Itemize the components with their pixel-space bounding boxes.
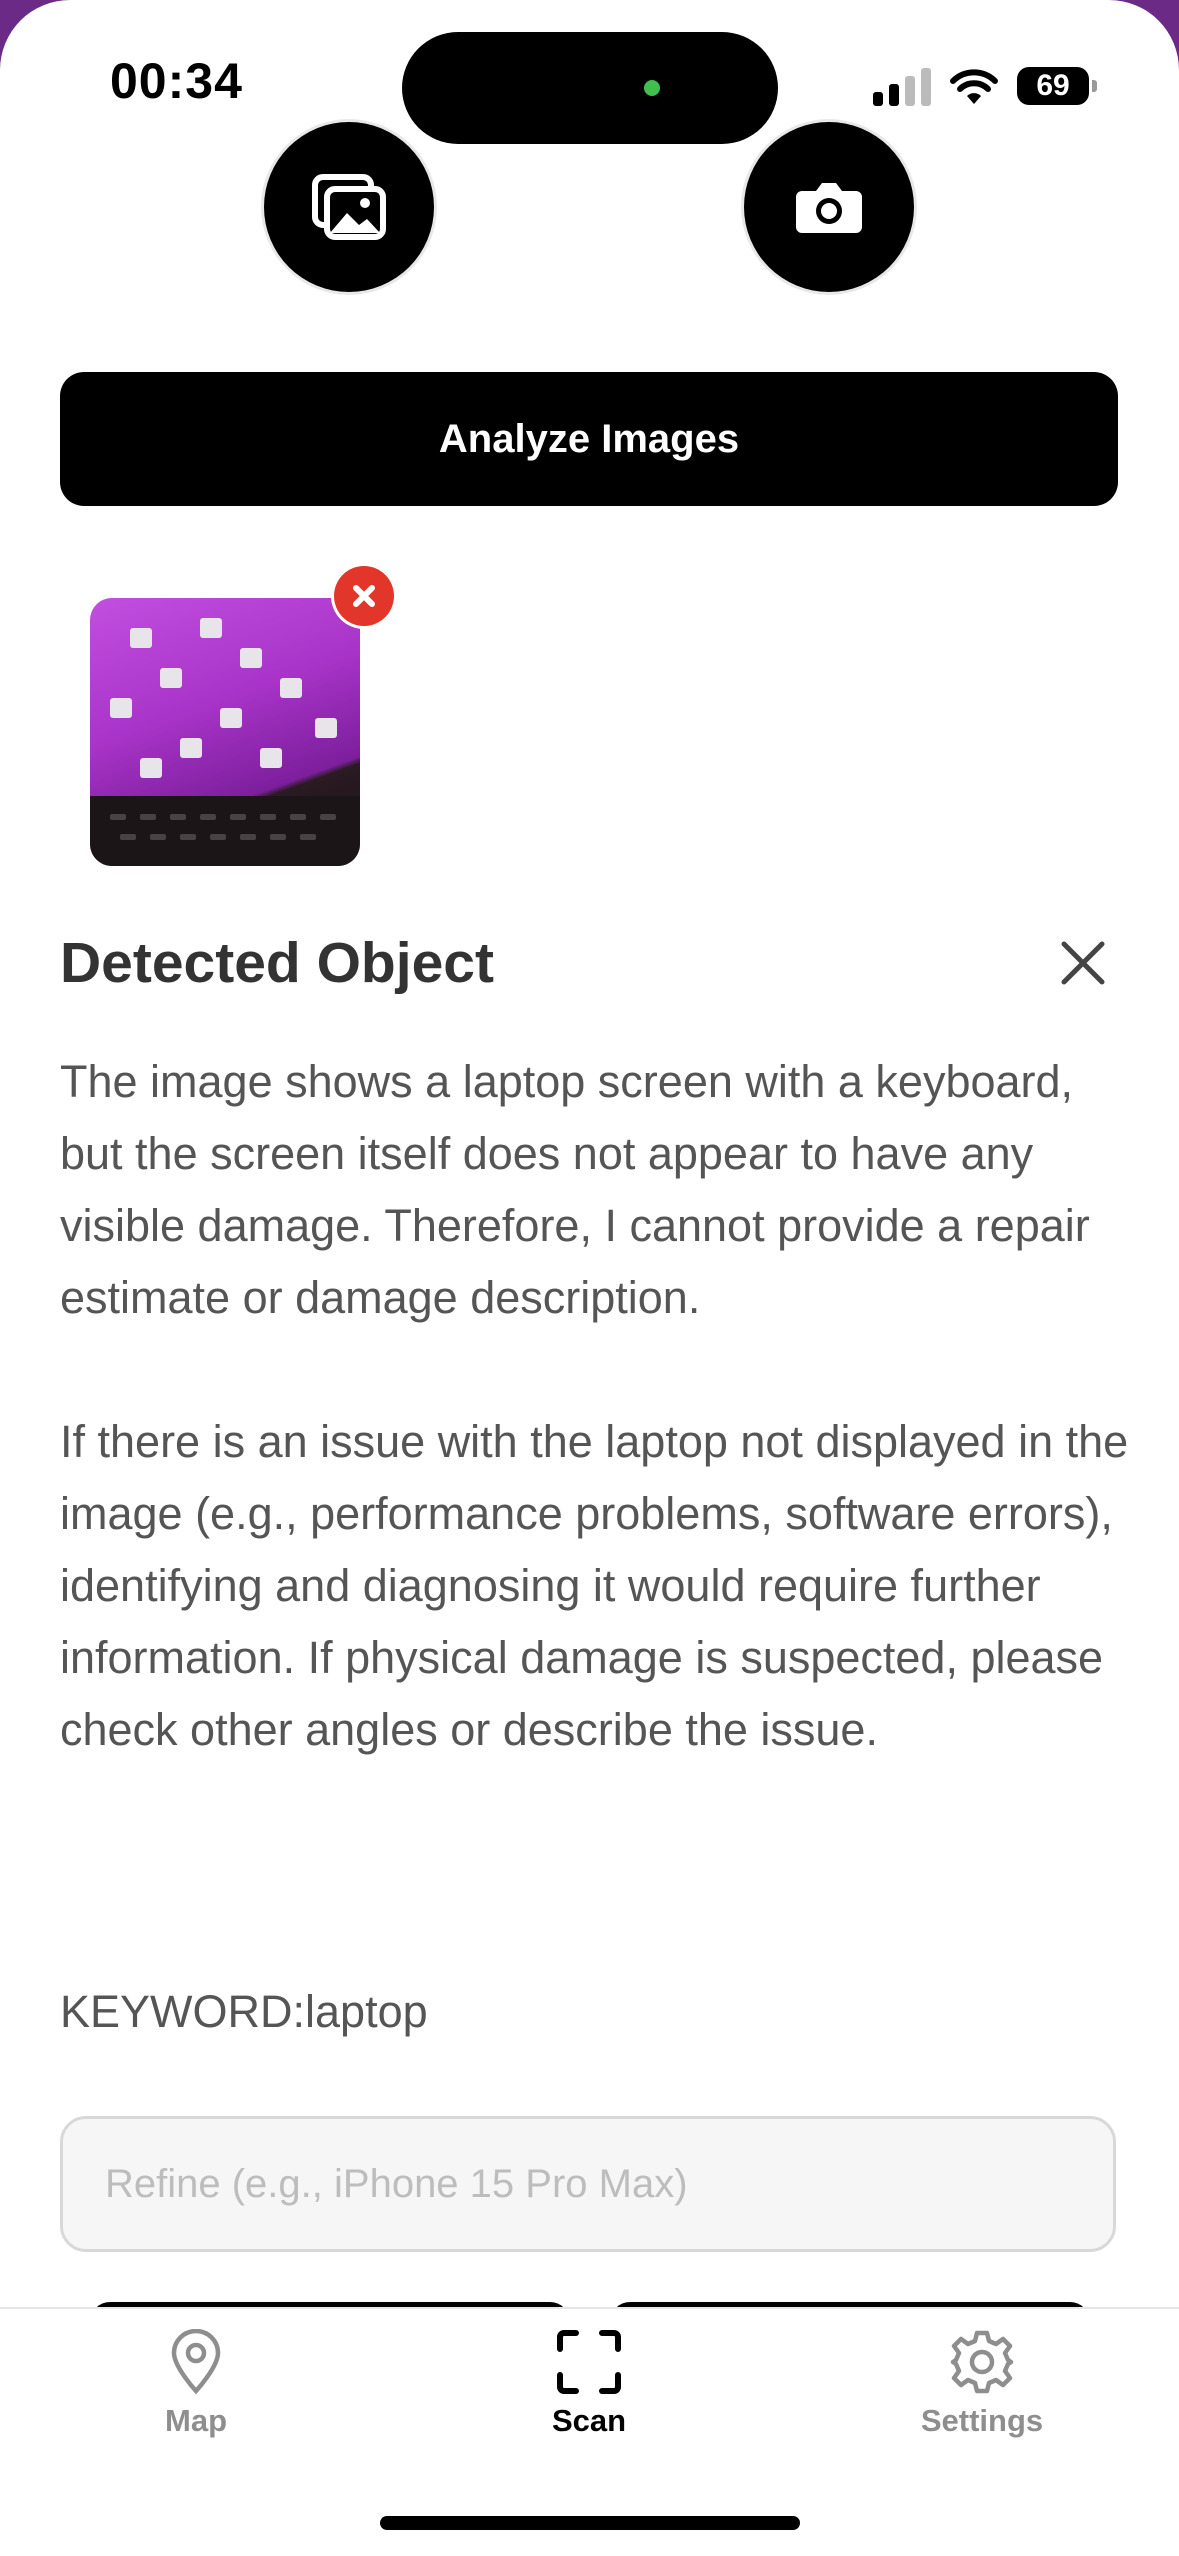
home-indicator xyxy=(380,2516,800,2530)
analysis-paragraph: If there is an issue with the laptop not… xyxy=(60,1416,1129,1755)
analysis-paragraph: The image shows a laptop screen with a k… xyxy=(60,1056,1090,1323)
camera-button[interactable] xyxy=(744,122,914,292)
battery-level: 69 xyxy=(1036,69,1070,102)
status-icons: 69 xyxy=(873,66,1097,106)
detected-object-title: Detected Object xyxy=(60,931,494,995)
wifi-icon xyxy=(950,69,998,104)
cellular-signal-icon xyxy=(873,66,931,106)
refine-input[interactable] xyxy=(60,2116,1116,2252)
camera-icon xyxy=(796,183,862,233)
battery-icon: 69 xyxy=(1017,67,1097,105)
analysis-description: The image shows a laptop screen with a k… xyxy=(60,1046,1130,1838)
photo-library-button[interactable] xyxy=(264,122,434,292)
tab-label: Settings xyxy=(920,2403,1044,2438)
scan-icon xyxy=(557,2330,621,2394)
gear-icon xyxy=(950,2330,1014,2394)
camera-in-use-indicator xyxy=(644,80,660,96)
dynamic-island xyxy=(402,32,778,144)
tab-settings[interactable]: Settings xyxy=(872,2329,1092,2439)
tab-scan[interactable]: Scan xyxy=(479,2329,699,2439)
analyze-images-button[interactable]: Analyze Images xyxy=(60,372,1118,506)
tab-label: Scan xyxy=(551,2403,627,2438)
close-icon xyxy=(353,585,375,607)
app-screen: 00:34 69 Analyze Images Detected Object … xyxy=(0,0,1179,2556)
close-result-icon[interactable] xyxy=(1056,936,1110,990)
tab-label: Map xyxy=(165,2403,227,2438)
detected-keyword: KEYWORD:laptop xyxy=(60,1986,428,2037)
remove-image-button[interactable] xyxy=(334,566,394,626)
tab-map[interactable]: Map xyxy=(86,2329,306,2439)
map-pin-icon xyxy=(171,2329,221,2395)
photo-gallery-icon xyxy=(312,174,386,240)
selected-image-thumbnail[interactable] xyxy=(90,598,360,866)
status-time: 00:34 xyxy=(110,53,243,109)
